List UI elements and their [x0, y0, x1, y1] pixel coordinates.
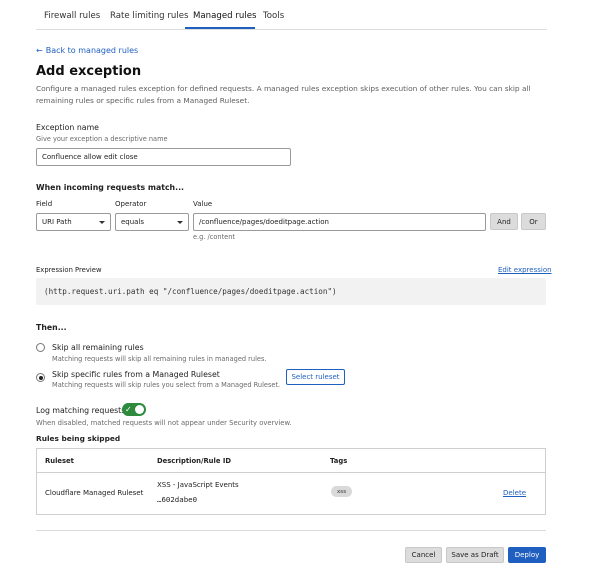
value-example: e.g. /content	[193, 233, 235, 241]
tag-badge: xss	[331, 486, 353, 497]
operator-select[interactable]: equals	[115, 213, 189, 231]
operator-select-value: equals	[121, 218, 145, 226]
chevron-down-icon	[177, 221, 183, 224]
row-rule-id: …602dabe0	[157, 495, 198, 504]
log-matching-hint: When disabled, matched requests will not…	[36, 419, 292, 427]
toggle-knob	[135, 405, 144, 414]
select-ruleset-button[interactable]: Select ruleset	[286, 369, 345, 385]
exception-name-label: Exception name	[36, 123, 99, 132]
column-header-ruleset: Ruleset	[45, 457, 74, 465]
expression-preview-box: (http.request.uri.path eq "/confluence/p…	[36, 278, 546, 305]
cancel-button[interactable]: Cancel	[405, 547, 442, 563]
expression-code: (http.request.uri.path eq "/confluence/p…	[44, 287, 337, 296]
skip-all-description: Matching requests will skip all remainin…	[52, 355, 267, 363]
skip-all-radio[interactable]	[36, 343, 45, 352]
footer-divider	[36, 530, 546, 531]
value-label: Value	[193, 200, 213, 208]
match-heading: When incoming requests match...	[36, 183, 184, 192]
skip-specific-description: Matching requests will skip rules you se…	[52, 381, 281, 389]
tab-bar: Firewall rules Rate limiting rules Manag…	[36, 0, 547, 30]
back-to-managed-rules-link[interactable]: ← Back to managed rules	[36, 46, 138, 55]
skipped-rules-table: Ruleset Description/Rule ID Tags Cloudfl…	[36, 448, 546, 515]
tab-firewall-rules[interactable]: Firewall rules	[44, 11, 100, 21]
back-link-label: Back to managed rules	[45, 46, 139, 55]
exception-name-hint: Give your exception a descriptive name	[36, 135, 168, 143]
page-title: Add exception	[36, 64, 142, 79]
rules-skipped-heading: Rules being skipped	[36, 434, 121, 443]
value-input[interactable]: /confluence/pages/doeditpage.action	[193, 213, 486, 231]
tab-managed-rules[interactable]: Managed rules	[193, 11, 256, 21]
skip-specific-radio[interactable]	[36, 373, 45, 382]
column-header-tags: Tags	[330, 457, 348, 465]
skip-specific-title: Skip specific rules from a Managed Rules…	[52, 370, 220, 379]
operator-label: Operator	[115, 200, 147, 208]
arrow-left-icon: ←	[36, 46, 43, 55]
field-select-value: URI Path	[42, 218, 72, 226]
deploy-button[interactable]: Deploy	[508, 547, 546, 563]
row-ruleset: Cloudflare Managed Ruleset	[45, 489, 144, 497]
field-select[interactable]: URI Path	[36, 213, 111, 231]
table-header: Ruleset Description/Rule ID Tags	[37, 449, 545, 473]
page-description: Configure a managed rules exception for …	[36, 84, 531, 105]
chevron-down-icon	[99, 221, 105, 224]
tab-rate-limiting-rules[interactable]: Rate limiting rules	[110, 11, 189, 21]
expression-preview-label: Expression Preview	[36, 266, 102, 274]
tab-tools[interactable]: Tools	[263, 11, 284, 21]
column-header-description: Description/Rule ID	[157, 457, 231, 465]
save-as-draft-button[interactable]: Save as Draft	[446, 547, 504, 563]
edit-expression-link[interactable]: Edit expression	[498, 266, 552, 274]
active-tab-indicator	[185, 27, 255, 29]
or-button[interactable]: Or	[521, 213, 546, 230]
field-label: Field	[36, 200, 53, 208]
delete-rule-link[interactable]: Delete	[503, 489, 526, 497]
and-button[interactable]: And	[490, 213, 518, 230]
then-heading: Then...	[36, 323, 67, 332]
skip-all-title: Skip all remaining rules	[52, 343, 144, 352]
log-matching-label: Log matching requests	[36, 406, 126, 415]
row-description: XSS - JavaScript Events	[157, 481, 239, 489]
check-icon: ✓	[125, 405, 132, 414]
log-matching-toggle[interactable]: ✓	[122, 403, 146, 416]
exception-name-input[interactable]: Confluence allow edit close	[36, 148, 291, 166]
